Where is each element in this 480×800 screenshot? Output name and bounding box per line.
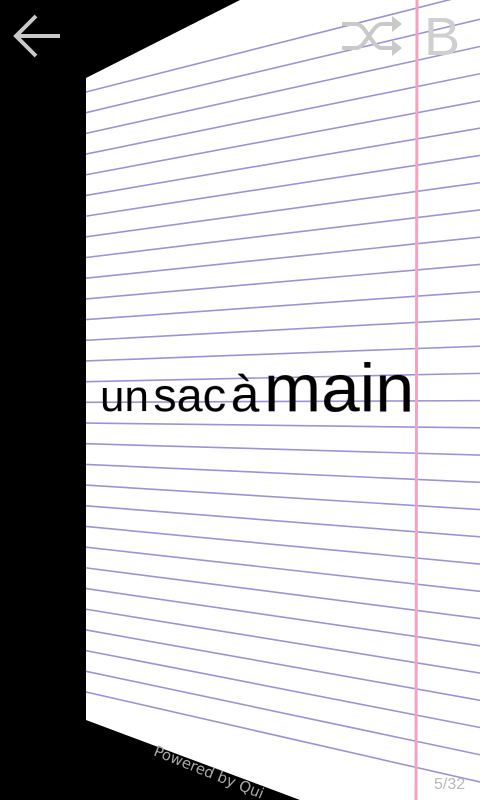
term-word: un — [100, 371, 149, 422]
shuffle-button[interactable] — [338, 12, 404, 60]
shuffle-icon — [342, 16, 402, 56]
bold-toggle-button[interactable]: B — [420, 8, 472, 66]
back-button[interactable] — [8, 10, 68, 62]
term-word: à — [230, 365, 260, 423]
card-term: un sac à main — [100, 348, 480, 442]
term-word: main — [263, 349, 415, 427]
card-counter: 5/32 — [434, 776, 466, 793]
term-word: sac — [153, 368, 227, 422]
flashcard[interactable]: un sac à main Powered by Qui 5/32 — [0, 0, 480, 800]
bold-label: B — [424, 7, 461, 67]
arrow-left-icon — [13, 14, 60, 58]
